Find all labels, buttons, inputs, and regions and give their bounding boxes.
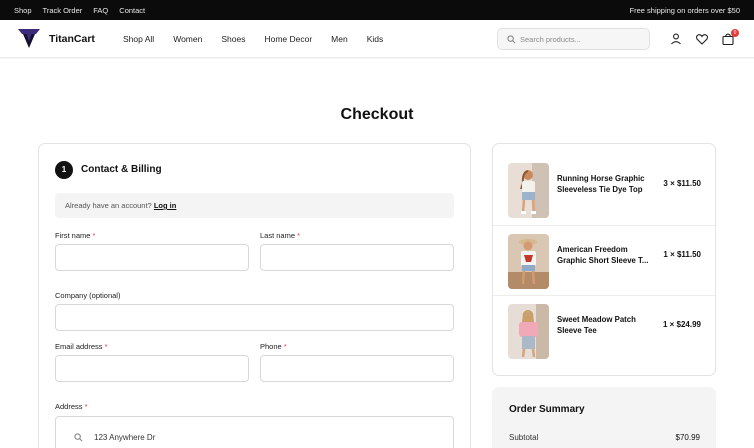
cart-items-card: Running Horse Graphic Sleeveless Tie Dye… — [492, 143, 716, 376]
required-mark: * — [84, 402, 88, 411]
company-field[interactable] — [55, 304, 454, 331]
address-label-text: Address — [55, 402, 83, 411]
product-name[interactable]: American Freedom Graphic Short Sleeve T.… — [557, 244, 656, 266]
main-nav: Shop All Women Shoes Home Decor Men Kids — [123, 34, 383, 44]
product-name[interactable]: Sweet Meadow Patch Sleeve Tee — [557, 314, 656, 336]
top-bar: Shop Track Order FAQ Contact Free shippi… — [0, 0, 754, 20]
product-thumbnail — [508, 234, 549, 289]
nav-shoes[interactable]: Shoes — [221, 34, 245, 44]
address-value: 123 Anywhere Dr — [94, 433, 156, 442]
step-title: Contact & Billing — [81, 164, 162, 175]
cart-count-badge: 0 — [731, 29, 739, 37]
phone-field[interactable] — [260, 355, 454, 382]
brand-logo-icon[interactable] — [17, 27, 41, 49]
top-link-track-order[interactable]: Track Order — [43, 6, 83, 15]
order-summary-card: Order Summary Subtotal $70.99 — [492, 387, 716, 448]
required-mark: * — [283, 342, 287, 351]
product-qty-price: 3 × $11.50 — [663, 179, 701, 188]
subtotal-value: $70.99 — [675, 433, 700, 442]
email-label: Email address * — [55, 342, 108, 351]
heart-icon[interactable] — [695, 32, 709, 46]
last-name-field[interactable] — [260, 244, 454, 271]
search-icon — [74, 433, 83, 442]
nav-men[interactable]: Men — [331, 34, 348, 44]
login-prompt: Already have an account? Log in — [55, 193, 454, 218]
order-summary-title: Order Summary — [509, 404, 585, 415]
cart-item[interactable]: Sweet Meadow Patch Sleeve Tee 1 × $24.99 — [493, 295, 715, 365]
nav-home-decor[interactable]: Home Decor — [264, 34, 312, 44]
search-icon — [507, 35, 516, 44]
address-field[interactable]: 123 Anywhere Dr — [55, 416, 454, 448]
email-label-text: Email address — [55, 342, 103, 351]
required-mark: * — [297, 231, 301, 240]
first-name-label-text: First name — [55, 231, 91, 240]
product-thumbnail — [508, 304, 549, 359]
product-qty-price: 1 × $11.50 — [663, 250, 701, 259]
last-name-label: Last name * — [260, 231, 300, 240]
company-label: Company (optional) — [55, 291, 121, 300]
phone-label-text: Phone — [260, 342, 282, 351]
user-icon[interactable] — [669, 32, 683, 46]
cart-item[interactable]: American Freedom Graphic Short Sleeve T.… — [493, 225, 715, 295]
shipping-banner: Free shipping on orders over $50 — [629, 6, 740, 15]
product-name[interactable]: Running Horse Graphic Sleeveless Tie Dye… — [557, 173, 656, 195]
product-qty-price: 1 × $24.99 — [662, 320, 701, 329]
last-name-label-text: Last name — [260, 231, 296, 240]
address-label: Address * — [55, 402, 88, 411]
nav-shop-all[interactable]: Shop All — [123, 34, 154, 44]
nav-women[interactable]: Women — [173, 34, 202, 44]
brand-name[interactable]: TitanCart — [49, 33, 95, 45]
required-mark: * — [92, 231, 96, 240]
subtotal-label: Subtotal — [509, 433, 539, 442]
product-thumbnail — [508, 163, 549, 218]
login-prompt-text: Already have an account? — [65, 201, 152, 210]
site-header: TitanCart Shop All Women Shoes Home Deco… — [0, 20, 754, 58]
nav-kids[interactable]: Kids — [367, 34, 384, 44]
phone-label: Phone * — [260, 342, 287, 351]
first-name-field[interactable] — [55, 244, 249, 271]
billing-card: 1 Contact & Billing Already have an acco… — [38, 143, 471, 448]
required-mark: * — [104, 342, 108, 351]
top-links: Shop Track Order FAQ Contact — [14, 6, 145, 15]
search-input[interactable] — [520, 32, 645, 47]
top-link-shop[interactable]: Shop — [14, 6, 32, 15]
email-field[interactable] — [55, 355, 249, 382]
first-name-label: First name * — [55, 231, 95, 240]
login-link[interactable]: Log in — [154, 201, 177, 210]
top-link-contact[interactable]: Contact — [119, 6, 145, 15]
search-box[interactable] — [497, 28, 650, 50]
step-number-badge: 1 — [55, 161, 73, 179]
page-title: Checkout — [340, 106, 414, 123]
cart-item[interactable]: Running Horse Graphic Sleeveless Tie Dye… — [493, 155, 715, 225]
top-link-faq[interactable]: FAQ — [93, 6, 108, 15]
